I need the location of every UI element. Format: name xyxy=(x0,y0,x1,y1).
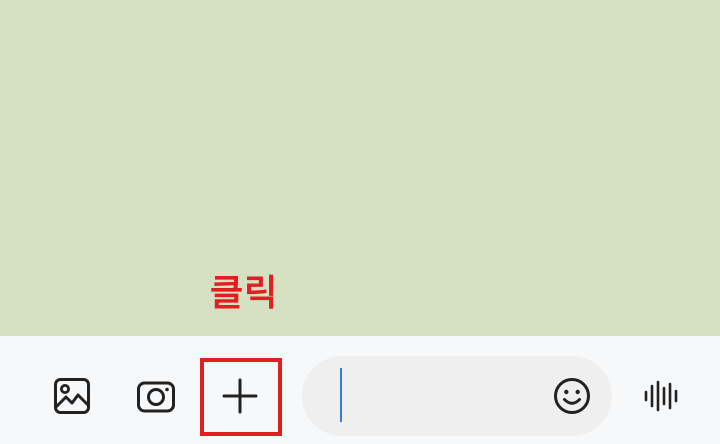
camera-button[interactable] xyxy=(132,372,180,420)
smiley-icon xyxy=(554,378,590,414)
emoji-button[interactable] xyxy=(552,376,592,416)
gallery-button[interactable] xyxy=(48,372,96,420)
image-icon xyxy=(54,378,90,414)
message-toolbar xyxy=(0,336,720,444)
click-annotation-label: 클릭 xyxy=(210,273,279,314)
message-input[interactable] xyxy=(332,366,542,426)
voice-button[interactable] xyxy=(636,372,688,420)
plus-button[interactable] xyxy=(210,372,270,420)
message-input-box[interactable] xyxy=(302,356,612,436)
text-cursor xyxy=(340,368,342,422)
chat-background xyxy=(0,0,720,336)
voice-waveform-icon xyxy=(644,380,678,412)
plus-icon xyxy=(222,378,258,414)
camera-icon xyxy=(137,381,175,413)
